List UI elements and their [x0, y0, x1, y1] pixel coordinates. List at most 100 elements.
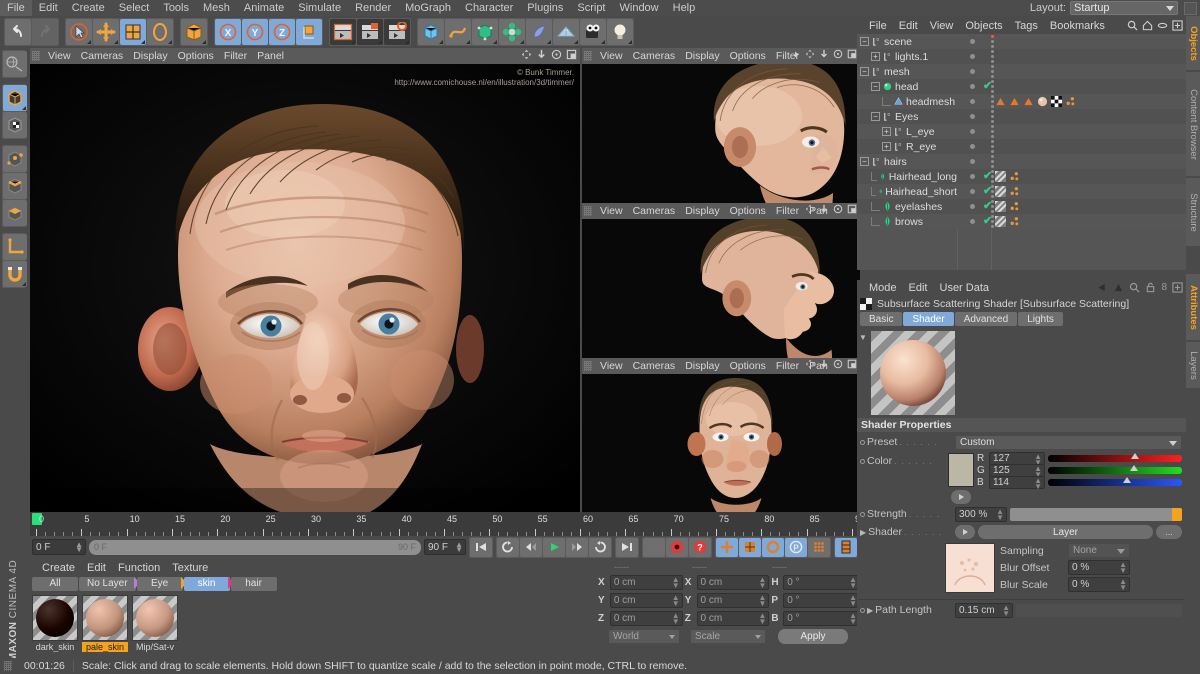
record-button[interactable] — [666, 538, 688, 557]
path-length-field[interactable]: 0.15 cm▲▼ — [955, 603, 1013, 618]
orange-dots-tag-icon[interactable] — [1009, 216, 1020, 227]
expand-toggle-icon[interactable]: + — [882, 127, 891, 136]
color-channel-slider[interactable] — [1048, 455, 1182, 462]
environment-button[interactable] — [553, 19, 579, 45]
menu-help[interactable]: Help — [666, 0, 703, 16]
more-arrow-icon[interactable] — [792, 50, 801, 59]
spinner-icon[interactable]: ▲▼ — [758, 577, 766, 589]
slider-knob-icon[interactable] — [1130, 465, 1138, 471]
end-frame-field[interactable]: 90 F▲▼ — [424, 539, 466, 555]
collapse-arrow-icon[interactable]: ▼ — [859, 333, 867, 342]
object-visibility-dots[interactable] — [961, 199, 983, 214]
vp-menu-filter[interactable]: Filter — [771, 203, 804, 219]
scale-tool-button[interactable] — [181, 19, 207, 45]
preset-dropdown[interactable]: Custom — [955, 435, 1182, 450]
spinner-icon[interactable]: ▲▼ — [672, 613, 680, 625]
rotate-icon[interactable] — [833, 359, 843, 369]
object-render-dots[interactable] — [981, 49, 1003, 64]
material-sphere-tag-icon[interactable] — [1037, 96, 1048, 107]
om-menu-file[interactable]: File — [863, 20, 893, 32]
goto-end-button[interactable] — [616, 538, 638, 557]
scale-button[interactable] — [120, 19, 146, 45]
mm-menu-create[interactable]: Create — [36, 562, 81, 574]
menu-simulate[interactable]: Simulate — [291, 0, 348, 16]
om-menu-objects[interactable]: Objects — [959, 20, 1008, 32]
object-visibility-dots[interactable] — [961, 124, 983, 139]
deformer-button[interactable] — [526, 19, 552, 45]
at-menu-user-data[interactable]: User Data — [934, 282, 996, 294]
render-region-button[interactable] — [357, 19, 383, 45]
hatch-tag-icon[interactable] — [995, 201, 1006, 212]
expand-toggle-icon[interactable]: + — [882, 142, 891, 151]
viewport-right-canvas[interactable] — [582, 64, 860, 203]
rotate-icon[interactable] — [833, 49, 843, 59]
coordinate-field[interactable]: 0 cm▲▼ — [697, 611, 770, 626]
spinner-icon[interactable]: ▲▼ — [1119, 579, 1127, 591]
blur-scale-field[interactable]: 0 %▲▼ — [1068, 577, 1130, 592]
material-layer-tab-all[interactable]: All — [32, 577, 78, 591]
color-swatch[interactable] — [948, 453, 974, 487]
orange-dots-tag-icon[interactable] — [1009, 186, 1020, 197]
om-menu-edit[interactable]: Edit — [893, 20, 924, 32]
path-length-slider[interactable] — [1016, 604, 1182, 617]
vp-menu-cameras[interactable]: Cameras — [628, 48, 681, 64]
mm-menu-function[interactable]: Function — [112, 562, 166, 574]
attribute-tab-shader[interactable]: Shader — [903, 312, 953, 326]
object-visibility-dots[interactable] — [961, 139, 983, 154]
render-settings-button[interactable] — [384, 19, 410, 45]
om-menu-tags[interactable]: Tags — [1009, 20, 1044, 32]
axis-mode-button[interactable] — [3, 234, 27, 260]
spinner-icon[interactable]: ▲▼ — [672, 577, 680, 589]
model-mode-button[interactable] — [3, 85, 27, 111]
pan-icon[interactable] — [521, 49, 532, 60]
object-visibility-dots[interactable] — [961, 34, 983, 49]
material-item[interactable]: Mip/Sat-v — [132, 595, 178, 652]
undo-button[interactable] — [5, 19, 31, 45]
attribute-tab-basic[interactable]: Basic — [860, 312, 902, 326]
object-tree-row[interactable]: +0lights.1 — [857, 49, 1186, 64]
spinner-icon[interactable]: ▲▼ — [849, 613, 857, 625]
hatch-tag-icon[interactable] — [995, 186, 1006, 197]
vp-menu-display[interactable]: Display — [680, 358, 724, 374]
spinner-icon[interactable]: ▲▼ — [1002, 605, 1010, 617]
object-render-dots[interactable] — [981, 139, 1003, 154]
coordinate-field[interactable]: 0 °▲▼ — [783, 575, 860, 590]
vp-menu-cameras[interactable]: Cameras — [628, 358, 681, 374]
coordinate-field[interactable]: 0 cm▲▼ — [610, 575, 683, 590]
spinner-icon[interactable]: ▲▼ — [1119, 562, 1127, 574]
menu-tools[interactable]: Tools — [156, 0, 196, 16]
shader-thumbnail[interactable] — [945, 543, 995, 593]
spinner-icon[interactable]: ▲▼ — [996, 509, 1004, 521]
slider-knob-icon[interactable] — [1131, 453, 1139, 459]
goto-start-button[interactable] — [470, 538, 492, 557]
points-mode-button[interactable] — [3, 146, 27, 172]
checker-tag-icon[interactable] — [1051, 96, 1062, 107]
layout-dropdown[interactable]: Startup — [1070, 1, 1178, 15]
rotate-button[interactable] — [147, 19, 173, 45]
hatch-tag-icon[interactable] — [995, 216, 1006, 227]
record-scale-button[interactable] — [739, 538, 761, 557]
zoom-icon[interactable] — [536, 49, 547, 60]
vp-menu-filter[interactable]: Filter — [219, 48, 252, 64]
vp-menu-panel[interactable]: Panel — [252, 48, 289, 64]
step-back-key-button[interactable] — [497, 538, 519, 557]
material-item[interactable]: pale_skin — [82, 595, 128, 652]
back-arrow-icon[interactable] — [1096, 282, 1108, 293]
home-icon[interactable] — [1142, 20, 1153, 31]
rotate-icon[interactable] — [833, 204, 843, 214]
object-visibility-dots[interactable] — [961, 79, 983, 94]
material-item[interactable]: dark_skin — [32, 595, 78, 652]
coordinate-system-dropdown[interactable]: World — [608, 629, 680, 644]
zoom-icon[interactable] — [819, 204, 829, 214]
material-layer-tab-no-layer[interactable]: No Layer — [79, 577, 136, 591]
menu-window[interactable]: Window — [613, 0, 666, 16]
record-position-button[interactable] — [716, 538, 738, 557]
autokey-button[interactable] — [643, 538, 665, 557]
array-button[interactable] — [499, 19, 525, 45]
vp-menu-options[interactable]: Options — [725, 48, 771, 64]
texture-mode-button[interactable] — [3, 112, 27, 138]
object-tree-row[interactable]: Hairhead_short✔ — [857, 184, 1186, 199]
ellipse-icon[interactable] — [1157, 20, 1168, 31]
spinner-icon[interactable]: ▲▼ — [75, 542, 83, 552]
search-icon[interactable] — [1127, 20, 1138, 31]
